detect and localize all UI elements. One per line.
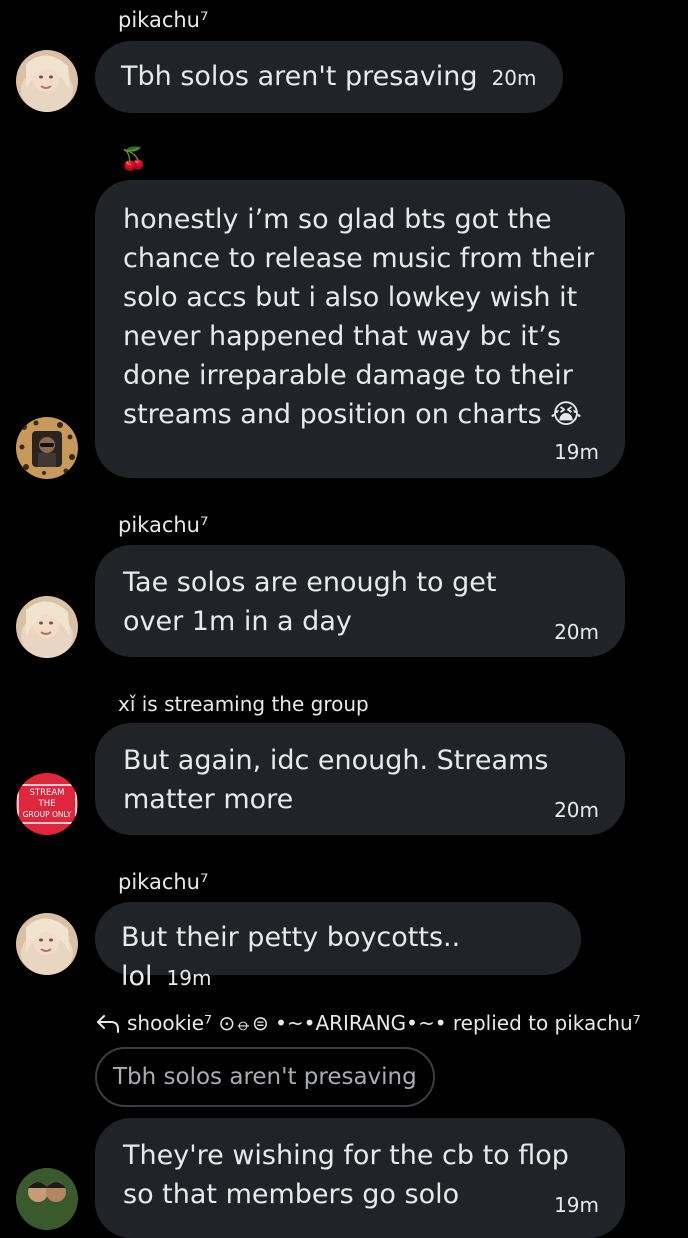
- pikachu-avatar-icon: [16, 596, 78, 658]
- sender-name: pikachu⁷: [118, 8, 209, 32]
- reply-arrow-icon: [95, 1012, 121, 1034]
- user-avatar[interactable]: [16, 1168, 78, 1230]
- sender-name: xǐ is streaming the group: [118, 692, 369, 716]
- quoted-message[interactable]: Tbh solos aren't presaving: [95, 1047, 435, 1107]
- pikachu-avatar-icon: [16, 913, 78, 975]
- user-avatar[interactable]: [16, 596, 78, 658]
- leopard-frame-avatar-icon: [16, 417, 78, 479]
- message-timestamp: 19m: [166, 966, 212, 990]
- message-timestamp: 19m: [554, 440, 599, 464]
- cherry-icon: 🍒: [120, 147, 148, 172]
- pikachu-avatar-icon: [16, 50, 78, 112]
- message-bubble[interactable]: Tae solos are enough to get over 1m in a…: [95, 545, 625, 657]
- message-text: Tae solos are enough to get over 1m in a…: [123, 567, 497, 637]
- message-text: They're wishing for the cb to flop so th…: [123, 1140, 569, 1210]
- message-timestamp: 19m: [554, 1193, 599, 1217]
- message-bubble[interactable]: They're wishing for the cb to flop so th…: [95, 1118, 625, 1238]
- badge-line-1: STREAM: [29, 788, 64, 798]
- sender-name: pikachu⁷: [118, 870, 209, 894]
- message-bubble[interactable]: honestly i’m so glad bts got the chance …: [95, 180, 625, 478]
- badge-line-2: THE: [38, 799, 56, 809]
- stream-badge-avatar-icon: STREAM THE GROUP ONLY: [16, 773, 78, 835]
- message-bubble[interactable]: But again, idc enough. Streams matter mo…: [95, 723, 625, 835]
- user-avatar[interactable]: [16, 913, 78, 975]
- message-timestamp: 20m: [491, 66, 537, 90]
- message-bubble[interactable]: Tbh solos aren't presaving 20m: [95, 41, 563, 113]
- badge-line-3: GROUP ONLY: [23, 810, 72, 819]
- message-text: Tbh solos aren't presaving: [121, 61, 478, 92]
- quoted-message-text: Tbh solos aren't presaving: [113, 1064, 417, 1090]
- message-text: But again, idc enough. Streams matter mo…: [123, 745, 549, 815]
- message-timestamp: 20m: [554, 798, 599, 822]
- couple-avatar-icon: [16, 1168, 78, 1230]
- message-timestamp: 20m: [554, 620, 599, 644]
- reply-header: shookie⁷ ⊙⦵⊜ •~•ARIRANG•~• replied to pi…: [95, 1011, 641, 1035]
- user-avatar[interactable]: [16, 50, 78, 112]
- sender-name: pikachu⁷: [118, 513, 209, 537]
- reply-header-text: shookie⁷ ⊙⦵⊜ •~•ARIRANG•~• replied to pi…: [127, 1011, 641, 1035]
- user-avatar[interactable]: [16, 417, 78, 479]
- message-text: honestly i’m so glad bts got the chance …: [123, 204, 595, 430]
- user-avatar[interactable]: STREAM THE GROUP ONLY: [16, 773, 78, 835]
- message-bubble[interactable]: But their petty boycotts.. lol 19m: [95, 902, 581, 992]
